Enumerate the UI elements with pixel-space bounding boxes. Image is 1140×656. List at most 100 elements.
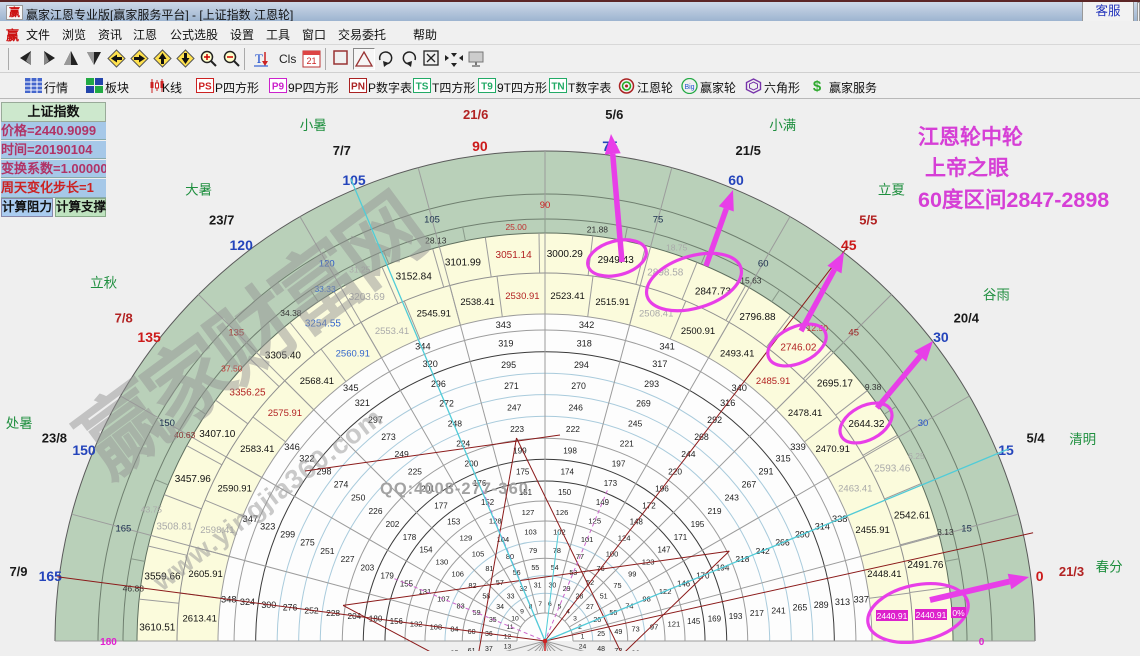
svg-text:222: 222 [566, 424, 580, 434]
svg-text:Big: Big [684, 84, 694, 91]
svg-text:177: 177 [434, 501, 448, 510]
svg-text:0: 0 [979, 637, 985, 648]
svg-text:270: 270 [571, 381, 586, 391]
svg-text:2644.32: 2644.32 [848, 419, 885, 430]
svg-text:319: 319 [498, 339, 513, 349]
svg-text:TS: TS [416, 82, 429, 93]
svg-text:2470.91: 2470.91 [816, 444, 850, 455]
svg-text:339: 339 [790, 442, 806, 452]
svg-text:317: 317 [652, 359, 667, 369]
svg-text:227: 227 [341, 554, 355, 564]
svg-text:30: 30 [918, 418, 929, 429]
svg-text:2500.91: 2500.91 [681, 326, 715, 337]
svg-text:小满: 小满 [769, 118, 796, 133]
svg-text:34: 34 [496, 604, 504, 611]
svg-text:318: 318 [577, 339, 592, 349]
svg-text:60: 60 [728, 172, 744, 188]
svg-text:5/5: 5/5 [859, 212, 877, 227]
svg-text:PN: PN [351, 82, 365, 93]
svg-text:33: 33 [507, 594, 515, 601]
svg-text:121: 121 [667, 620, 680, 629]
svg-text:75: 75 [613, 581, 621, 590]
svg-text:2593.46: 2593.46 [874, 463, 911, 474]
svg-text:342: 342 [579, 320, 595, 330]
svg-text:337: 337 [853, 595, 869, 605]
svg-text:129: 129 [459, 534, 472, 543]
svg-text:197: 197 [612, 459, 626, 468]
svg-text:345: 345 [343, 383, 359, 393]
svg-text:2538.41: 2538.41 [460, 297, 494, 308]
svg-text:180: 180 [100, 637, 117, 648]
svg-text:3000.29: 3000.29 [547, 249, 584, 260]
svg-text:小暑: 小暑 [300, 118, 327, 133]
svg-text:175: 175 [516, 467, 530, 476]
svg-text:165: 165 [39, 568, 63, 584]
svg-text:30: 30 [933, 329, 949, 345]
svg-text:165: 165 [115, 523, 131, 534]
svg-text:313: 313 [835, 597, 850, 607]
svg-text:3101.99: 3101.99 [445, 257, 482, 268]
svg-text:21/5: 21/5 [736, 143, 761, 158]
svg-text:153: 153 [447, 518, 461, 527]
svg-text:155: 155 [400, 579, 414, 588]
svg-text:21/6: 21/6 [463, 107, 488, 122]
svg-text:55: 55 [531, 564, 539, 572]
svg-text:293: 293 [644, 379, 659, 389]
svg-text:2542.61: 2542.61 [894, 511, 931, 522]
svg-text:267: 267 [742, 480, 757, 490]
svg-text:立秋: 立秋 [90, 275, 117, 290]
svg-text:274: 274 [334, 480, 349, 490]
svg-text:2448.41: 2448.41 [867, 569, 901, 580]
svg-text:0: 0 [1036, 568, 1044, 584]
svg-text:2530.91: 2530.91 [505, 291, 539, 302]
svg-text:2568.41: 2568.41 [300, 376, 334, 387]
svg-text:立夏: 立夏 [878, 182, 906, 197]
svg-text:273: 273 [381, 432, 396, 442]
svg-text:223: 223 [510, 424, 524, 434]
svg-text:P9: P9 [272, 82, 285, 93]
svg-text:2553.41: 2553.41 [375, 326, 409, 337]
svg-text:3: 3 [573, 615, 577, 622]
svg-text:谷雨: 谷雨 [983, 287, 1010, 302]
svg-text:清明: 清明 [1069, 432, 1096, 447]
svg-text:2695.17: 2695.17 [817, 379, 854, 390]
svg-text:61: 61 [468, 647, 476, 651]
svg-text:169: 169 [708, 615, 722, 624]
svg-text:250: 250 [351, 493, 366, 503]
svg-text:75: 75 [653, 215, 664, 226]
svg-text:2796.88: 2796.88 [739, 312, 776, 323]
svg-text:21.88: 21.88 [587, 224, 609, 234]
svg-text:246: 246 [569, 403, 584, 413]
svg-text:21/3: 21/3 [1059, 564, 1084, 579]
svg-text:2491.76: 2491.76 [907, 560, 944, 571]
svg-text:2545.91: 2545.91 [417, 309, 451, 320]
svg-text:31: 31 [534, 582, 542, 589]
svg-text:TN: TN [551, 82, 564, 93]
svg-text:35: 35 [489, 617, 497, 624]
svg-text:T: T [255, 51, 263, 66]
svg-text:225: 225 [408, 466, 422, 476]
svg-text:25.00: 25.00 [505, 222, 527, 232]
svg-text:135: 135 [137, 329, 161, 345]
svg-text:3457.96: 3457.96 [175, 474, 212, 485]
svg-text:48: 48 [597, 646, 605, 651]
svg-text:105: 105 [472, 549, 485, 558]
svg-text:125: 125 [588, 517, 601, 526]
svg-text:81: 81 [485, 564, 493, 573]
svg-text:1: 1 [581, 633, 585, 640]
svg-text:$: $ [813, 78, 822, 94]
svg-text:291: 291 [759, 467, 774, 477]
svg-text:315: 315 [775, 454, 790, 464]
svg-text:265: 265 [793, 603, 808, 613]
svg-text:23/8: 23/8 [42, 430, 67, 445]
svg-text:60度区间2847-2898: 60度区间2847-2898 [918, 187, 1109, 212]
svg-text:90: 90 [472, 138, 488, 154]
svg-text:106: 106 [451, 570, 464, 579]
svg-text:145: 145 [687, 617, 701, 626]
svg-text:2583.41: 2583.41 [240, 444, 274, 455]
svg-text:2478.41: 2478.41 [788, 408, 822, 419]
svg-text:3610.51: 3610.51 [139, 622, 176, 633]
svg-text:174: 174 [561, 467, 575, 476]
svg-text:51: 51 [600, 592, 608, 600]
svg-text:219: 219 [708, 506, 722, 516]
